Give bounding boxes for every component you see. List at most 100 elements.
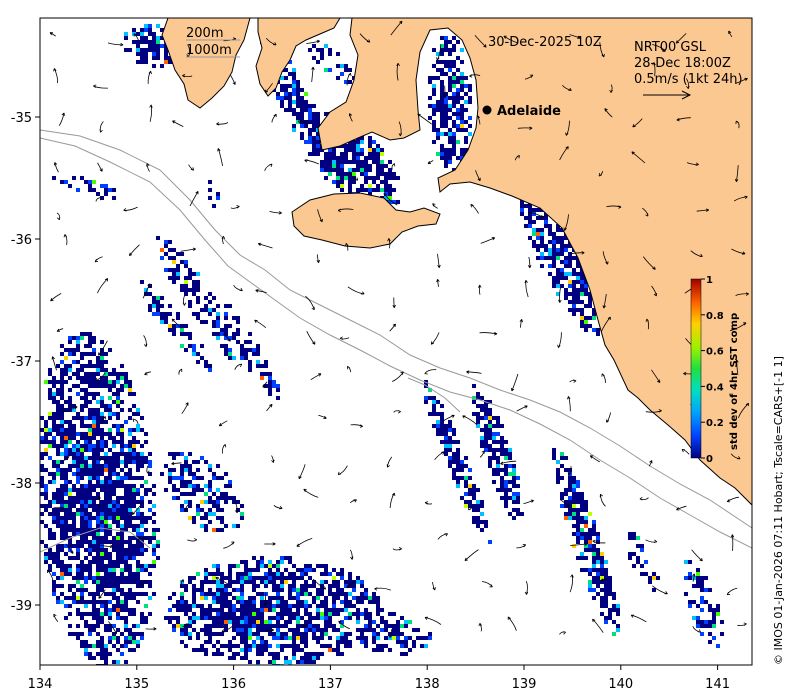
sst-pixel: [80, 404, 84, 408]
sst-pixel: [512, 496, 516, 500]
sst-pixel: [320, 580, 324, 584]
sst-pixel: [336, 580, 340, 584]
sst-pixel: [304, 584, 308, 588]
sst-pixel: [536, 244, 540, 248]
sst-pixel: [452, 120, 456, 124]
sst-pixel: [120, 484, 124, 488]
sst-pixel: [92, 424, 96, 428]
sst-pixel: [404, 652, 408, 656]
sst-pixel: [164, 244, 168, 248]
sst-pixel: [492, 456, 496, 460]
sst-pixel: [88, 456, 92, 460]
sst-pixel: [120, 480, 124, 484]
sst-pixel: [212, 644, 216, 648]
sst-pixel: [96, 600, 100, 604]
sst-pixel: [572, 488, 576, 492]
sst-pixel: [144, 516, 148, 520]
sst-pixel: [272, 660, 276, 664]
sst-pixel: [576, 264, 580, 268]
sst-pixel: [292, 632, 296, 636]
sst-pixel: [308, 624, 312, 628]
sst-pixel: [216, 332, 220, 336]
sst-pixel: [60, 516, 64, 520]
sst-pixel: [112, 572, 116, 576]
sst-pixel: [136, 600, 140, 604]
sst-pixel: [580, 316, 584, 320]
sst-pixel: [84, 492, 88, 496]
sst-pixel: [64, 520, 68, 524]
sst-pixel: [340, 600, 344, 604]
sst-pixel: [276, 636, 280, 640]
sst-pixel: [572, 280, 576, 284]
sst-pixel: [556, 468, 560, 472]
sst-pixel: [136, 488, 140, 492]
sst-pixel: [596, 592, 600, 596]
sst-pixel: [696, 576, 700, 580]
sst-pixel: [116, 484, 120, 488]
sst-pixel: [128, 48, 132, 52]
sst-pixel: [40, 464, 44, 468]
sst-pixel: [132, 460, 136, 464]
sst-pixel: [432, 412, 436, 416]
sst-pixel: [244, 348, 248, 352]
sst-pixel: [224, 576, 228, 580]
sst-pixel: [368, 148, 372, 152]
sst-pixel: [464, 92, 468, 96]
sst-pixel: [228, 356, 232, 360]
sst-pixel: [240, 576, 244, 580]
sst-pixel: [196, 360, 200, 364]
sst-pixel: [68, 504, 72, 508]
sst-pixel: [308, 616, 312, 620]
sst-pixel: [64, 480, 68, 484]
colorbar-tick-label: 0.6: [706, 347, 724, 358]
sst-pixel: [136, 60, 140, 64]
sst-pixel: [188, 576, 192, 580]
sst-pixel: [564, 492, 568, 496]
sst-pixel: [88, 532, 92, 536]
sst-pixel: [324, 624, 328, 628]
sst-pixel: [60, 564, 64, 568]
sst-pixel: [176, 252, 180, 256]
sst-pixel: [280, 596, 284, 600]
sst-pixel: [628, 536, 632, 540]
sst-pixel: [576, 292, 580, 296]
sst-pixel: [288, 636, 292, 640]
sst-pixel: [104, 488, 108, 492]
sst-pixel: [104, 536, 108, 540]
sst-pixel: [112, 576, 116, 580]
sst-pixel: [132, 516, 136, 520]
sst-pixel: [88, 540, 92, 544]
sst-pixel: [96, 520, 100, 524]
sst-pixel: [616, 612, 620, 616]
sst-pixel: [120, 436, 124, 440]
sst-pixel: [580, 284, 584, 288]
sst-pixel: [552, 248, 556, 252]
sst-pixel: [464, 100, 468, 104]
sst-pixel: [580, 320, 584, 324]
sst-pixel: [88, 632, 92, 636]
sst-pixel: [96, 420, 100, 424]
sst-pixel: [356, 160, 360, 164]
sst-pixel: [148, 564, 152, 568]
sst-pixel: [96, 492, 100, 496]
sst-pixel: [72, 336, 76, 340]
sst-pixel: [276, 596, 280, 600]
sst-map: Adelaide 200m 1000m 30-Dec-2025 10Z NRT0…: [11, 17, 785, 692]
sst-pixel: [280, 616, 284, 620]
sst-pixel: [396, 632, 400, 636]
sst-pixel: [236, 624, 240, 628]
sst-pixel: [592, 544, 596, 548]
sst-pixel: [600, 612, 604, 616]
sst-pixel: [120, 364, 124, 368]
sst-pixel: [224, 500, 228, 504]
sst-pixel: [60, 468, 64, 472]
sst-pixel: [172, 328, 176, 332]
sst-pixel: [104, 192, 108, 196]
sst-pixel: [48, 472, 52, 476]
sst-pixel: [484, 428, 488, 432]
sst-pixel: [84, 556, 88, 560]
sst-pixel: [140, 496, 144, 500]
sst-pixel: [604, 568, 608, 572]
sst-pixel: [212, 324, 216, 328]
sst-pixel: [200, 524, 204, 528]
